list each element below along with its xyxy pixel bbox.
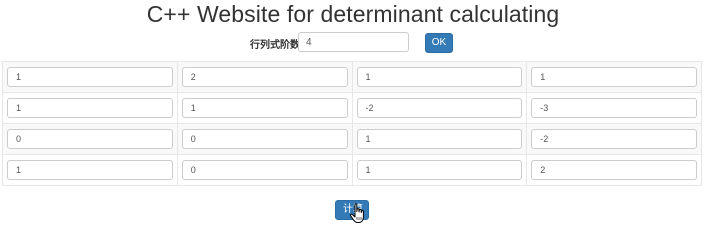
matrix-cell	[176, 123, 353, 155]
matrix-cell	[526, 92, 702, 124]
matrix-cell-input[interactable]	[7, 160, 173, 180]
matrix-cell	[2, 154, 178, 186]
matrix-cell	[526, 61, 702, 93]
matrix-row	[2, 61, 702, 93]
matrix-cell-input[interactable]	[181, 67, 348, 87]
calculate-button[interactable]: 计算	[335, 200, 369, 220]
matrix-cell-input[interactable]	[7, 98, 173, 118]
matrix-cell	[526, 123, 702, 155]
order-label: 行列式阶数	[250, 40, 300, 51]
matrix-cell-input[interactable]	[356, 67, 523, 87]
matrix-cell	[2, 92, 178, 124]
matrix-cell	[2, 61, 178, 93]
matrix-cell-input[interactable]	[356, 129, 523, 149]
matrix-cell	[351, 154, 528, 186]
matrix-cell-input[interactable]	[7, 129, 173, 149]
matrix-cell-input[interactable]	[531, 160, 697, 180]
matrix-table	[2, 61, 702, 186]
matrix-row	[2, 92, 702, 124]
matrix-cell-input[interactable]	[181, 129, 348, 149]
matrix-cell	[2, 123, 178, 155]
matrix-cell-input[interactable]	[356, 98, 523, 118]
matrix-row	[2, 123, 702, 155]
matrix-cell	[176, 61, 353, 93]
matrix-cell	[351, 61, 528, 93]
matrix-cell-input[interactable]	[531, 98, 697, 118]
page-title: C++ Website for determinant calculating	[146, 1, 560, 27]
matrix-cell-input[interactable]	[531, 67, 697, 87]
ok-button[interactable]: OK	[425, 33, 453, 53]
order-input[interactable]	[298, 32, 409, 52]
matrix-row	[2, 154, 702, 186]
matrix-cell	[351, 92, 528, 124]
matrix-cell	[176, 92, 353, 124]
matrix-cell-input[interactable]	[356, 160, 523, 180]
matrix-cell-input[interactable]	[7, 67, 173, 87]
matrix-cell	[526, 154, 702, 186]
matrix-cell-input[interactable]	[181, 160, 348, 180]
matrix-cell	[351, 123, 528, 155]
matrix-cell	[176, 154, 353, 186]
matrix-cell-input[interactable]	[531, 129, 697, 149]
matrix-cell-input[interactable]	[181, 98, 348, 118]
